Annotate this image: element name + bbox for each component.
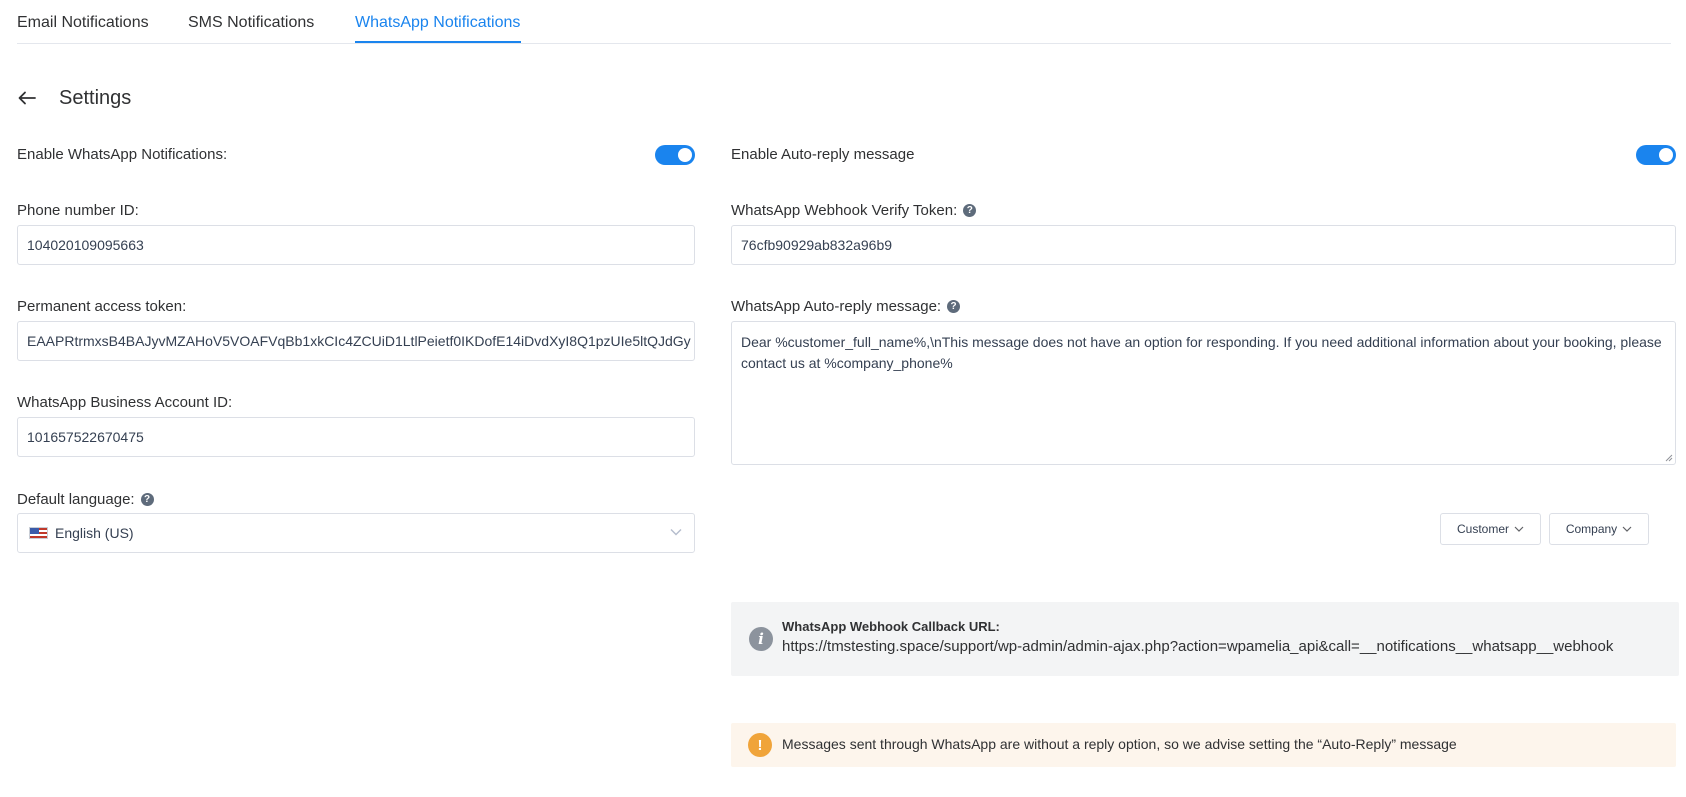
webhook-callback-url: https://tmstesting.space/support/wp-admi… (782, 638, 1614, 655)
webhook-callback-info: i WhatsApp Webhook Callback URL: https:/… (731, 602, 1679, 676)
page-title: Settings (59, 86, 132, 109)
settings-header: Settings (17, 86, 131, 110)
warning-text: Messages sent through WhatsApp are witho… (782, 736, 1457, 752)
verify-token-input[interactable]: 76cfb90929ab832a96b9 (731, 225, 1676, 265)
autoreply-message-label: WhatsApp Auto-reply message: ? (731, 298, 961, 315)
customer-placeholders-label: Customer (1456, 522, 1509, 536)
help-icon[interactable]: ? (140, 493, 154, 506)
help-icon[interactable]: ? (947, 300, 961, 313)
default-language-label: Default language: ? (17, 491, 154, 508)
notification-tabs: Email Notifications SMS Notifications Wh… (17, 0, 1671, 44)
autoreply-message-label-text: WhatsApp Auto-reply message: (731, 298, 942, 315)
default-language-label-text: Default language: (17, 491, 135, 508)
chevron-down-icon (1622, 526, 1632, 532)
tab-email-notifications[interactable]: Email Notifications (17, 14, 149, 32)
active-tab-indicator (355, 41, 521, 43)
resize-handle-icon[interactable] (1665, 454, 1673, 462)
verify-token-label: WhatsApp Webhook Verify Token: ? (731, 202, 977, 219)
enable-autoreply-label: Enable Auto-reply message (731, 146, 915, 163)
access-token-label: Permanent access token: (17, 298, 187, 315)
company-placeholders-dropdown[interactable]: Company (1549, 513, 1649, 545)
enable-autoreply-toggle[interactable] (1636, 145, 1676, 165)
autoreply-warning: ! Messages sent through WhatsApp are wit… (731, 723, 1676, 767)
business-account-id-input[interactable]: 101657522670475 (17, 417, 695, 457)
autoreply-message-text: Dear %customer_full_name%,\nThis message… (741, 334, 1662, 371)
webhook-callback-title: WhatsApp Webhook Callback URL: (782, 619, 1000, 634)
tab-whatsapp-notifications[interactable]: WhatsApp Notifications (355, 14, 520, 32)
help-icon[interactable]: ? (963, 204, 977, 217)
business-account-id-label: WhatsApp Business Account ID: (17, 394, 233, 411)
chevron-down-icon (1514, 526, 1524, 532)
company-placeholders-label: Company (1565, 522, 1618, 536)
default-language-select[interactable]: English (US) (17, 513, 695, 553)
tab-sms-notifications[interactable]: SMS Notifications (188, 14, 314, 32)
access-token-input[interactable]: EAAPRtrmxsB4BAJyvMZAHoV5VOAFVqBb1xkCIc4Z… (17, 321, 695, 361)
info-icon: i (749, 627, 773, 651)
toggle-knob (678, 148, 692, 162)
customer-placeholders-dropdown[interactable]: Customer (1440, 513, 1541, 545)
warning-icon: ! (748, 733, 772, 757)
chevron-down-icon (670, 529, 682, 536)
phone-number-id-input[interactable]: 104020109095663 (17, 225, 695, 265)
enable-whatsapp-label: Enable WhatsApp Notifications: (17, 146, 228, 163)
arrow-left-icon[interactable] (17, 88, 37, 108)
us-flag-icon (29, 527, 48, 539)
default-language-value: English (US) (55, 525, 134, 541)
autoreply-message-textarea[interactable]: Dear %customer_full_name%,\nThis message… (731, 321, 1676, 465)
phone-number-id-label: Phone number ID: (17, 202, 139, 219)
verify-token-label-text: WhatsApp Webhook Verify Token: (731, 202, 958, 219)
enable-whatsapp-toggle[interactable] (655, 145, 695, 165)
toggle-knob (1659, 148, 1673, 162)
